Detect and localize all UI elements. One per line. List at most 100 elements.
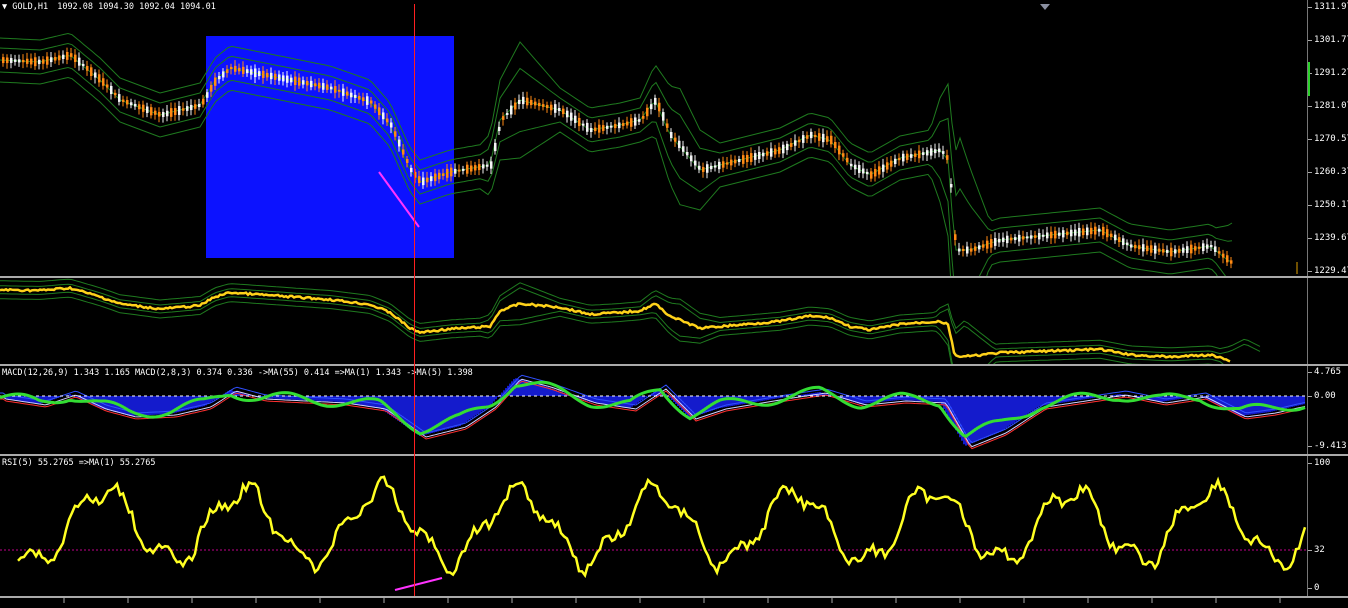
line-overlay-pane[interactable] (0, 278, 1348, 364)
candle-body (830, 135, 833, 145)
candle-body (510, 105, 513, 115)
candle-body (374, 104, 377, 109)
candle-body (682, 146, 685, 152)
rsi-plot-area[interactable]: RSI(5) 55.2765 =>MA(1) 55.2765 (0, 456, 1308, 596)
candle-body (1094, 226, 1097, 235)
candle-body (730, 159, 733, 166)
candle-body (810, 131, 813, 139)
candle-body (130, 102, 133, 106)
candle-body (366, 96, 369, 105)
candle-body (942, 151, 945, 154)
candle-body (206, 92, 209, 98)
candle-body (1142, 244, 1145, 252)
candle-body (462, 168, 465, 171)
candle-body (242, 66, 245, 74)
candle-body (926, 150, 929, 156)
rsi-tick: 32 (1308, 545, 1325, 555)
candle-body (1202, 243, 1205, 252)
candle-body (114, 92, 117, 96)
candle-body (166, 110, 169, 117)
candle-body (806, 135, 809, 139)
candle-body (1226, 255, 1229, 263)
rsi-label: RSI(5) 55.2765 =>MA(1) 55.2765 (2, 458, 156, 468)
candle-body (266, 72, 269, 78)
candle-body (314, 83, 317, 87)
price-axis[interactable]: 1311.97 1301.77 1291.27 1281.07 1270.57 … (1308, 0, 1348, 276)
candle-body (1006, 235, 1009, 244)
price-tick: 1311.97 (1308, 2, 1348, 12)
macd-pane[interactable]: MACD(12,26,9) 1.343 1.165 MACD(2,8,3) 0.… (0, 366, 1348, 454)
candle-body (690, 155, 693, 162)
candle-body (446, 168, 449, 178)
price-plot-area[interactable]: ▼ GOLD,H1 1092.08 1094.30 1092.04 1094.0… (0, 0, 1308, 276)
candle-body (478, 164, 481, 171)
candle-body (1014, 237, 1017, 241)
macd-label: MACD(12,26,9) 1.343 1.165 MACD(2,8,3) 0.… (2, 368, 473, 378)
candle-body (18, 59, 21, 63)
candle-body (438, 172, 441, 180)
candle-body (302, 80, 305, 85)
candle-body (686, 152, 689, 156)
band-line (0, 283, 1261, 355)
candle-body (86, 65, 89, 71)
candle-body (606, 125, 609, 129)
candle-body (394, 131, 397, 137)
candle-body (498, 126, 501, 132)
candle-body (362, 97, 365, 102)
candle-body (506, 112, 509, 116)
candle-body (370, 100, 373, 104)
candle-body (202, 98, 205, 105)
candle-body (854, 164, 857, 170)
candle-body (234, 65, 237, 72)
candle-body (346, 91, 349, 96)
candle-body (698, 165, 701, 170)
candle-body (646, 107, 649, 117)
price-tick: 1291.27 (1308, 68, 1348, 78)
line-plot-area[interactable] (0, 278, 1308, 364)
candle-body (950, 184, 953, 188)
candle-body (1034, 235, 1037, 238)
candle-body (170, 108, 173, 117)
candle-body (902, 153, 905, 162)
candle-body (1030, 235, 1033, 239)
candle-body (246, 69, 249, 74)
candle-body (662, 112, 665, 121)
candle-body (998, 238, 1001, 243)
main-chart-pane[interactable]: ▼ GOLD,H1 1092.08 1094.30 1092.04 1094.0… (0, 0, 1348, 276)
candle-body (590, 128, 593, 132)
time-axis[interactable] (0, 598, 1348, 608)
candle-body (846, 157, 849, 163)
candle-body (582, 123, 585, 126)
crosshair-vertical-line[interactable] (414, 4, 415, 596)
candle-body (958, 248, 961, 252)
candle-body (1146, 245, 1149, 252)
candle-body (1218, 251, 1221, 254)
candle-body (714, 165, 717, 168)
macd-axis[interactable]: 4.765 0.00 -9.413 (1307, 366, 1348, 454)
bollinger-band-line (0, 32, 1233, 231)
chart-menu-icon[interactable]: ▼ (2, 2, 7, 12)
rsi-axis[interactable]: 100 32 0 (1307, 456, 1348, 596)
current-price-marker (1308, 62, 1310, 96)
candle-body (1214, 246, 1217, 252)
candle-body (814, 134, 817, 138)
bollinger-band-line (0, 76, 1218, 276)
candle-body (1210, 244, 1213, 248)
candle-body (546, 104, 549, 109)
candle-body (718, 161, 721, 170)
candle-body (474, 165, 477, 171)
candle-body (466, 164, 469, 174)
candle-body (850, 163, 853, 167)
candle-body (306, 80, 309, 86)
candle-body (678, 140, 681, 148)
candle-body (618, 122, 621, 129)
candle-body (406, 159, 409, 163)
chart-shift-marker-icon[interactable] (1040, 4, 1050, 10)
rsi-pane[interactable]: RSI(5) 55.2765 =>MA(1) 55.2765 100 32 0 (0, 456, 1348, 596)
candle-body (614, 123, 617, 129)
candle-body (290, 77, 293, 83)
candle-body (186, 106, 189, 111)
candle-body (1066, 231, 1069, 236)
macd-plot-area[interactable]: MACD(12,26,9) 1.343 1.165 MACD(2,8,3) 0.… (0, 366, 1308, 454)
candle-body (642, 115, 645, 119)
